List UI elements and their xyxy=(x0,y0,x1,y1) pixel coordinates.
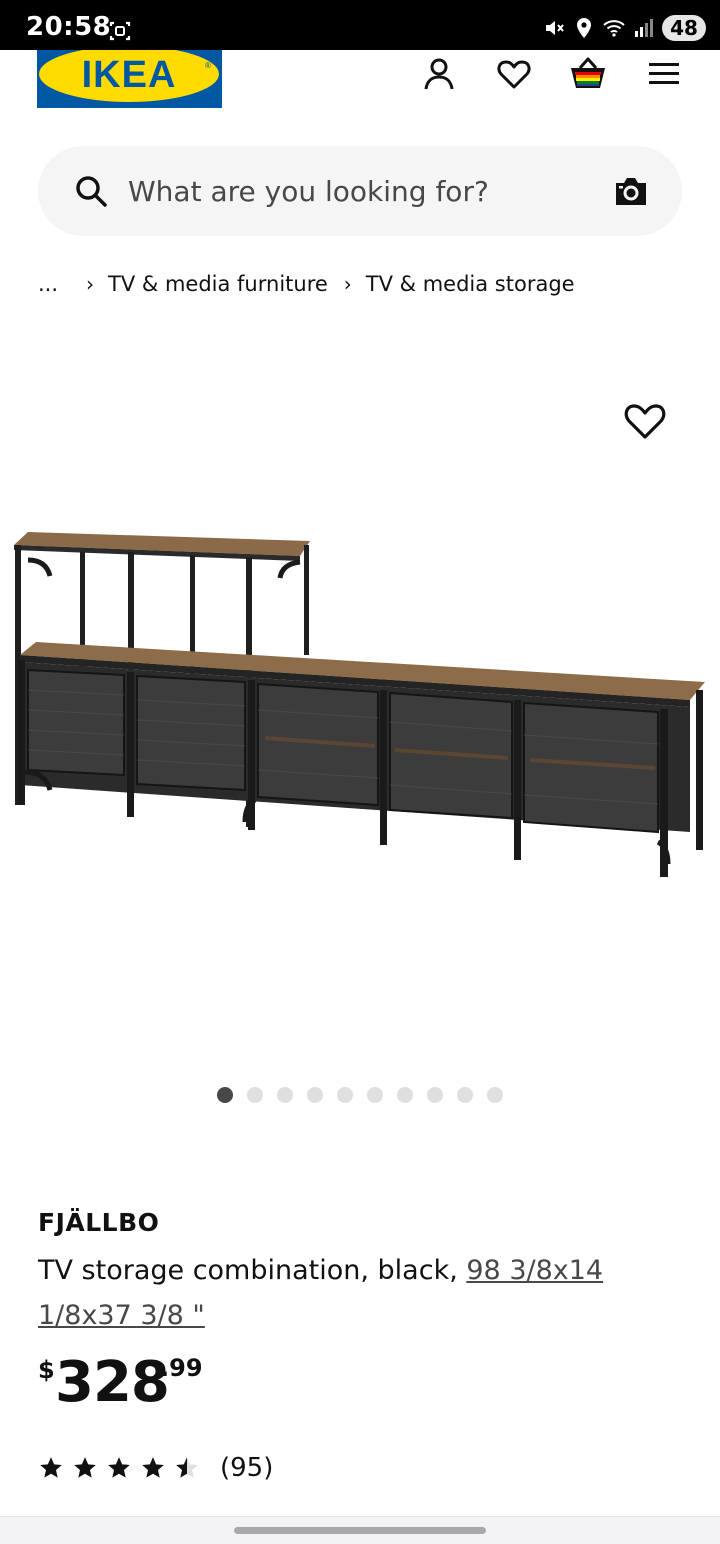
ikea-logo-graphic: IKEA ® xyxy=(39,50,219,102)
product-image[interactable] xyxy=(0,330,720,1060)
product-description-text: TV storage combination, black, xyxy=(38,1255,467,1286)
breadcrumb: ... › TV & media furniture › TV & media … xyxy=(38,266,575,302)
chevron-right-icon: › xyxy=(86,272,95,296)
carousel-dot[interactable] xyxy=(277,1087,293,1103)
price-currency: $ xyxy=(38,1356,55,1384)
carousel-dot[interactable] xyxy=(217,1087,233,1103)
carousel-dot[interactable] xyxy=(337,1087,353,1103)
breadcrumb-ellipsis[interactable]: ... xyxy=(38,272,58,296)
star-full-icon xyxy=(74,1457,96,1478)
breadcrumb-item-tv-media-storage[interactable]: TV & media storage xyxy=(366,272,575,296)
product-photo xyxy=(14,532,705,877)
carousel-dot[interactable] xyxy=(457,1087,473,1103)
status-bar: 20:58 48 xyxy=(0,0,720,50)
profile-icon[interactable] xyxy=(417,52,461,96)
product-name: FJÄLLBO xyxy=(38,1208,160,1237)
carousel-dot[interactable] xyxy=(427,1087,443,1103)
rating-stars xyxy=(38,1455,200,1481)
wifi-icon xyxy=(603,20,625,37)
carousel-dot[interactable] xyxy=(487,1087,503,1103)
gesture-handle[interactable] xyxy=(234,1527,486,1534)
ikea-logo[interactable]: IKEA ® xyxy=(37,50,222,108)
star-full-icon xyxy=(142,1457,164,1478)
search-bar[interactable] xyxy=(38,146,682,236)
signal-icon xyxy=(635,19,653,37)
location-icon xyxy=(577,18,591,38)
image-carousel-dots xyxy=(217,1087,503,1103)
svg-text:®: ® xyxy=(205,61,211,70)
status-time: 20:58 xyxy=(26,12,112,42)
price-integer: 328 xyxy=(55,1350,170,1415)
search-input[interactable] xyxy=(128,166,588,216)
star-half-icon xyxy=(176,1457,198,1478)
shopping-bag-icon[interactable] xyxy=(566,52,610,96)
battery-indicator: 48 xyxy=(662,15,706,41)
carousel-dot[interactable] xyxy=(247,1087,263,1103)
carousel-dot[interactable] xyxy=(397,1087,413,1103)
product-description: TV storage combination, black, 98 3/8x14… xyxy=(38,1248,678,1338)
bottom-bar xyxy=(0,1516,720,1544)
svg-text:IKEA: IKEA xyxy=(82,54,177,96)
search-icon[interactable] xyxy=(74,174,108,208)
site-header: IKEA ® xyxy=(0,50,720,130)
review-count[interactable]: (95) xyxy=(220,1453,273,1483)
star-full-icon xyxy=(108,1457,130,1478)
star-full-icon xyxy=(40,1457,62,1478)
chevron-right-icon: › xyxy=(343,272,352,296)
carousel-dot[interactable] xyxy=(307,1087,323,1103)
price-decimal: .99 xyxy=(160,1354,203,1382)
heart-icon[interactable] xyxy=(622,398,668,444)
status-icons: 48 xyxy=(542,15,706,41)
breadcrumb-item-tv-media-furniture[interactable]: TV & media furniture xyxy=(108,272,328,296)
screenshot-icon xyxy=(109,21,131,41)
menu-icon[interactable] xyxy=(642,52,686,96)
favourites-icon[interactable] xyxy=(492,52,536,96)
camera-icon[interactable] xyxy=(612,172,650,210)
carousel-dot[interactable] xyxy=(367,1087,383,1103)
mute-icon xyxy=(546,21,564,35)
product-rating[interactable]: (95) xyxy=(38,1450,273,1486)
